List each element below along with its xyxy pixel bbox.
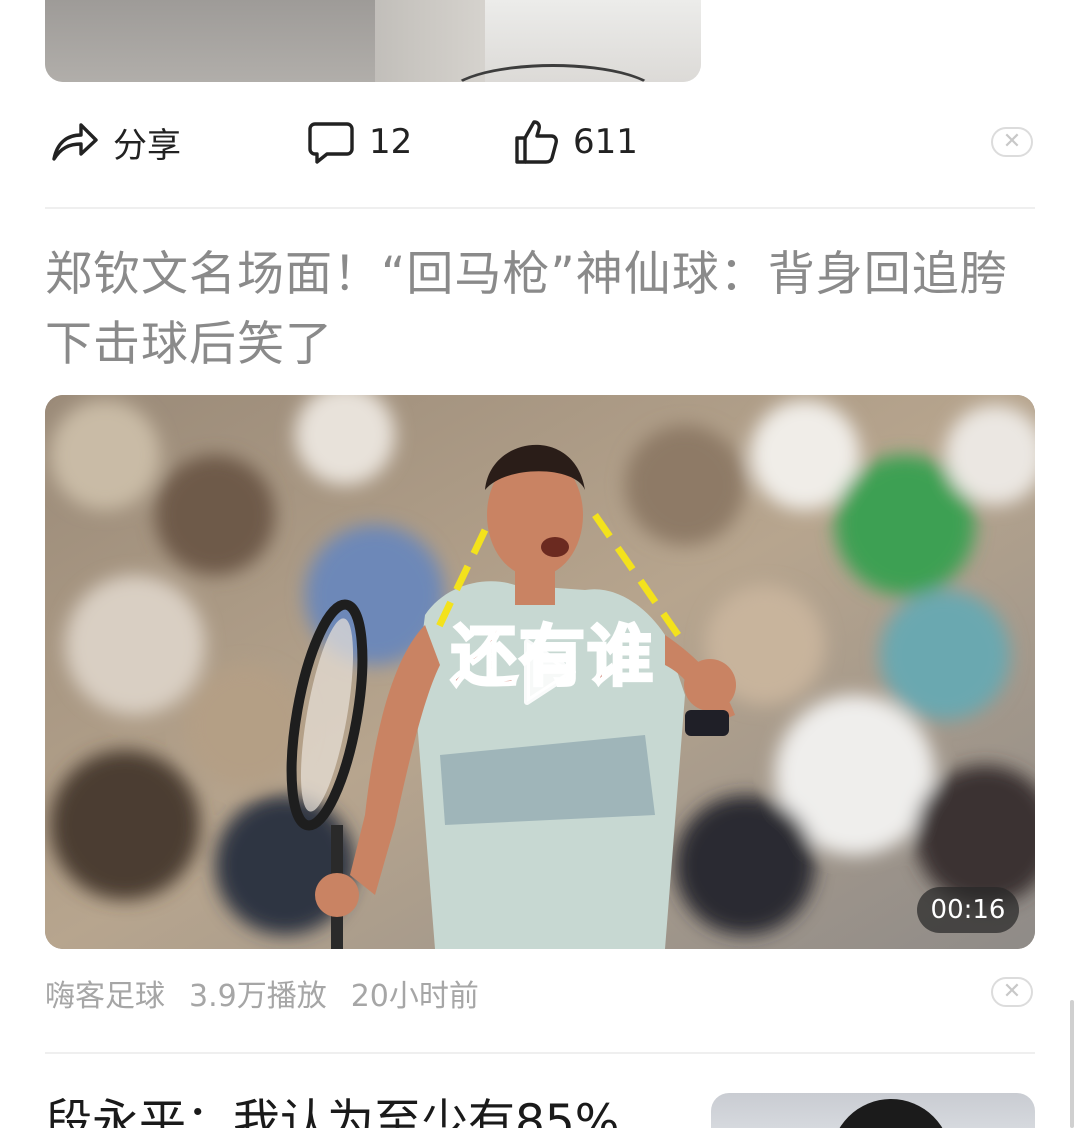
article-timestamp: 20小时前: [350, 979, 479, 1014]
feed-divider: [45, 207, 1035, 209]
like-count: 611: [573, 122, 638, 162]
image-region-left: [45, 0, 375, 82]
comment-count: 12: [369, 122, 413, 162]
article-meta: 嗨客足球 3.9万播放 20小时前: [45, 970, 503, 1016]
feed-page: 分享 12 611 ✕ 郑钦文名场面！“回马枪”神仙球：背身回追胯下击球后笑了: [0, 0, 1080, 1128]
close-icon: ✕: [1002, 129, 1022, 154]
share-label: 分享: [113, 125, 181, 166]
play-icon[interactable]: [505, 632, 585, 712]
video-thumbnail[interactable]: 还有谁 00:16: [45, 395, 1035, 949]
comment-icon: [307, 118, 355, 166]
dismiss-article-button-2[interactable]: ✕: [991, 977, 1033, 1007]
share-button[interactable]: 分享: [49, 110, 181, 174]
like-button[interactable]: 611: [513, 110, 638, 174]
next-article-thumbnail[interactable]: [711, 1093, 1035, 1128]
article-action-bar: 分享 12 611: [45, 110, 1035, 174]
previous-article-image[interactable]: [45, 0, 701, 82]
thumbs-up-icon: [513, 118, 559, 166]
article-play-count: 3.9万播放: [189, 979, 327, 1014]
feed-divider: [45, 1052, 1035, 1054]
scrollbar[interactable]: [1070, 1000, 1074, 1128]
article-source[interactable]: 嗨客足球: [45, 971, 165, 1015]
thumbnail-figure: [831, 1099, 951, 1128]
video-duration-badge: 00:16: [917, 887, 1019, 933]
dismiss-article-button[interactable]: ✕: [991, 127, 1033, 157]
next-article-title[interactable]: 段永平：我认为至少有85%: [45, 1088, 685, 1128]
close-icon: ✕: [1002, 979, 1022, 1004]
comment-button[interactable]: 12: [307, 110, 412, 174]
share-icon: [49, 117, 99, 167]
article-title[interactable]: 郑钦文名场面！“回马枪”神仙球：背身回追胯下击球后笑了: [45, 240, 1025, 380]
